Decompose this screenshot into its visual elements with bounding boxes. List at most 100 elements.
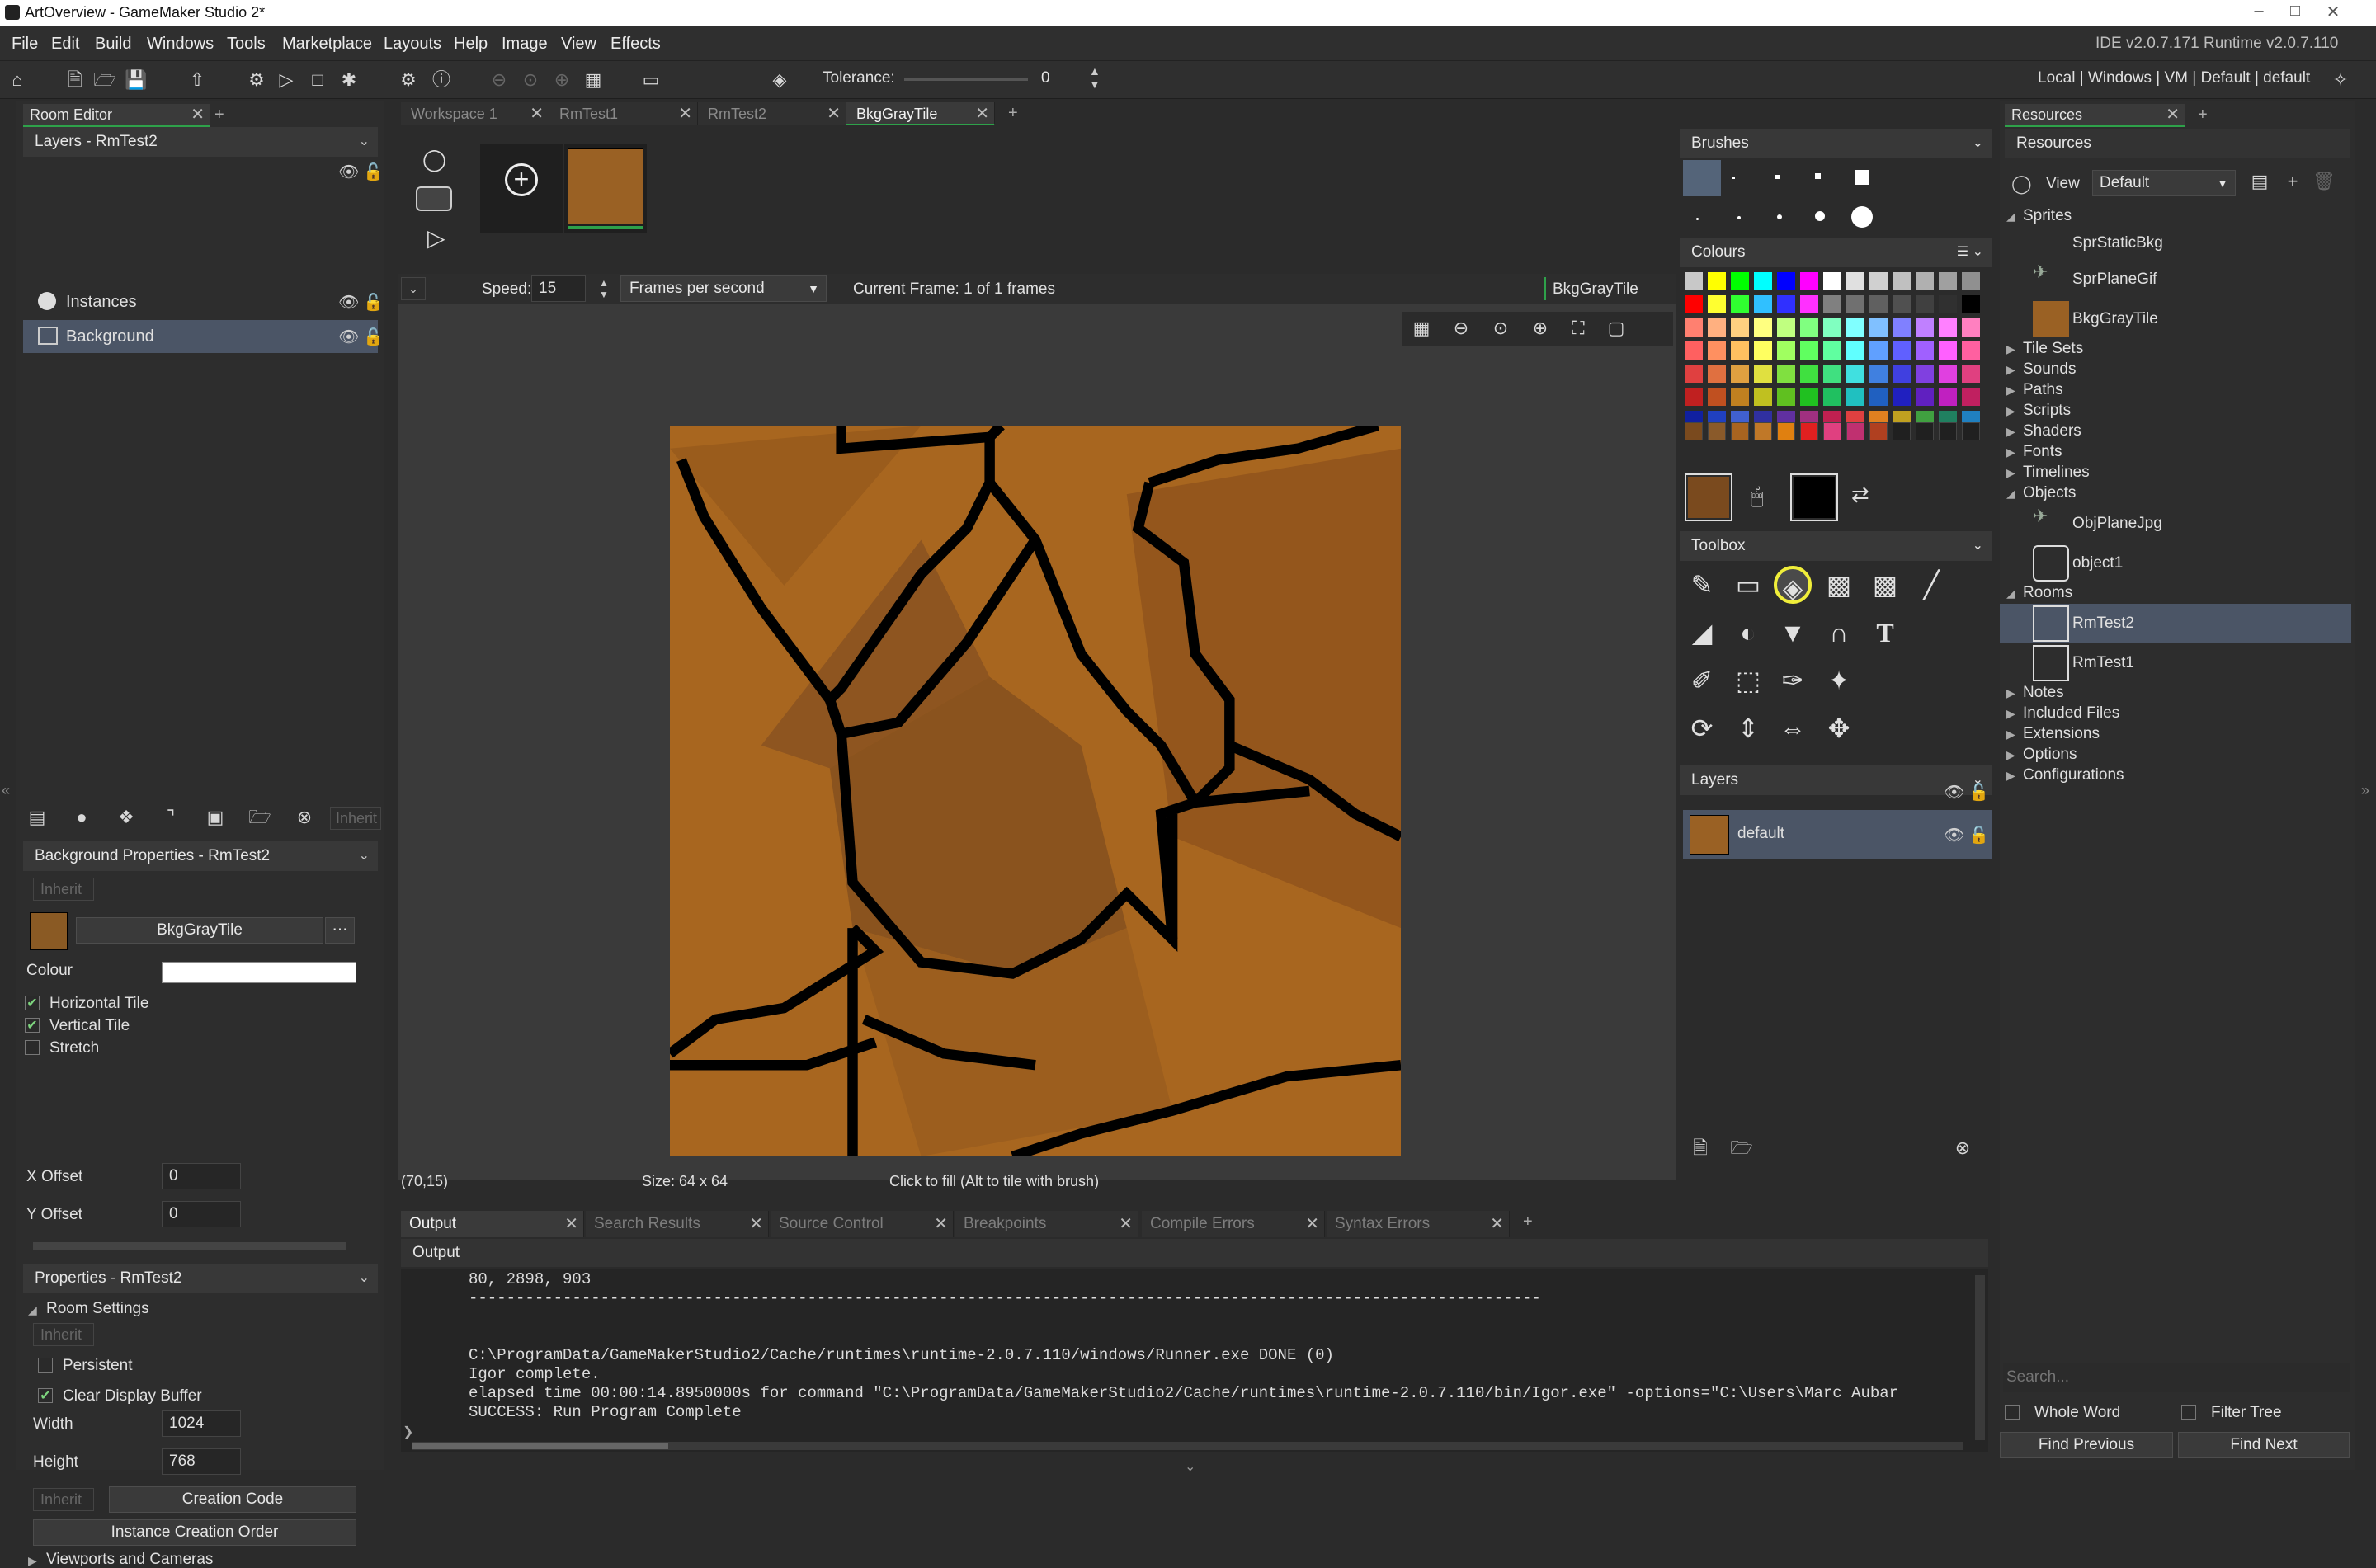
tree-item[interactable]: ▶ Extensions bbox=[2000, 724, 2351, 745]
tab-workspace[interactable]: Workspace 1 ✕ bbox=[401, 102, 549, 125]
colour-swatch[interactable] bbox=[1823, 388, 1841, 406]
tree-item[interactable]: ◢ Rooms bbox=[2000, 583, 2351, 604]
colour-swatch[interactable] bbox=[1685, 272, 1703, 290]
menu-image[interactable]: Image bbox=[502, 35, 548, 54]
grid-toggle-icon[interactable]: ▦ bbox=[1409, 317, 1434, 340]
flip-vertical-tool-icon[interactable]: ⇕ bbox=[1729, 709, 1767, 747]
colour-swatch[interactable] bbox=[1962, 272, 1980, 290]
canvas-options-icon[interactable]: ▢ bbox=[1604, 317, 1629, 340]
swap-colours-icon[interactable]: ⇄ bbox=[1851, 482, 1869, 507]
colour-swatch[interactable] bbox=[1823, 341, 1841, 360]
resource-search[interactable] bbox=[2003, 1363, 2350, 1392]
display-icon[interactable]: ▭ bbox=[639, 68, 663, 92]
colour-swatch[interactable] bbox=[1754, 341, 1772, 360]
recent-colour-swatch[interactable] bbox=[1916, 422, 1934, 440]
tab-breakpoints[interactable]: Breakpoints ✕ bbox=[955, 1211, 1138, 1237]
colour-swatch[interactable] bbox=[1777, 365, 1795, 383]
resource-search-input[interactable] bbox=[2003, 1363, 2350, 1392]
collapsed-icon[interactable]: ▶ bbox=[2006, 445, 2015, 459]
zoom-reset-canvas-icon[interactable]: ⊙ bbox=[1488, 317, 1513, 340]
zoom-out-canvas-icon[interactable]: ⊖ bbox=[1449, 317, 1473, 340]
play-icon[interactable]: ▷ bbox=[427, 224, 446, 252]
colour-swatch[interactable] bbox=[1846, 388, 1864, 406]
sprite-canvas[interactable] bbox=[667, 421, 1403, 1161]
zoom-in-canvas-icon[interactable]: ⊕ bbox=[1528, 317, 1553, 340]
collapsed-icon[interactable]: ▶ bbox=[2006, 748, 2015, 762]
close-tab-icon[interactable]: ✕ bbox=[1490, 1211, 1504, 1237]
brushes-header[interactable]: Brushes ⌄ bbox=[1680, 129, 1992, 158]
tree-item[interactable]: ▶ Scripts bbox=[2000, 401, 2351, 421]
colour-swatch[interactable] bbox=[1800, 365, 1818, 383]
tree-item[interactable]: ▶ Notes bbox=[2000, 683, 2351, 704]
colour-swatch[interactable] bbox=[1731, 388, 1749, 406]
colour-swatch[interactable] bbox=[1869, 272, 1888, 290]
view-select[interactable]: Default ▼ bbox=[2092, 170, 2236, 196]
speed-spinner[interactable]: ▲ ▼ bbox=[599, 277, 609, 300]
colour-swatch[interactable] bbox=[1846, 318, 1864, 337]
secondary-colour[interactable] bbox=[1790, 473, 1838, 521]
recent-colour-swatch[interactable] bbox=[1800, 422, 1818, 440]
colour-swatch[interactable] bbox=[1823, 318, 1841, 337]
expand-bottom-icon[interactable]: ⌄ bbox=[1185, 1458, 1195, 1475]
add-tile-layer-icon[interactable]: ❖ bbox=[114, 806, 139, 829]
flip-horizontal-tool-icon[interactable]: ⇔ bbox=[1774, 709, 1812, 747]
colour-swatch[interactable] bbox=[1916, 388, 1934, 406]
delete-image-layer-icon[interactable]: ⊗ bbox=[1950, 1137, 1975, 1160]
visibility-all-icon[interactable]: 👁 bbox=[338, 162, 359, 182]
tab-search-results[interactable]: Search Results ✕ bbox=[586, 1211, 769, 1237]
collapsed-icon[interactable]: ▶ bbox=[2006, 727, 2015, 742]
menu-view[interactable]: View bbox=[561, 35, 596, 54]
add-output-tab-icon[interactable]: + bbox=[1523, 1212, 1533, 1231]
rectangle-tool-icon[interactable]: ◢ bbox=[1683, 614, 1721, 652]
brush-round-2[interactable] bbox=[1737, 216, 1741, 219]
close-tab-icon[interactable]: ✕ bbox=[678, 102, 692, 125]
colour-swatch[interactable] bbox=[1754, 318, 1772, 337]
clear-buffer-checkbox[interactable]: ✔ bbox=[38, 1388, 53, 1403]
lock-icon[interactable]: 🔓 bbox=[1968, 825, 1989, 845]
help-icon[interactable]: ⓘ bbox=[429, 68, 454, 92]
output-hscrollbar[interactable] bbox=[412, 1442, 1964, 1450]
colour-swatch[interactable] bbox=[1823, 272, 1841, 290]
tree-item[interactable]: ✈ ObjPlaneJpg bbox=[2000, 504, 2351, 544]
tree-item[interactable]: ▶ Paths bbox=[2000, 380, 2351, 401]
primary-colour[interactable] bbox=[1685, 473, 1732, 521]
run-icon[interactable]: ▷ bbox=[274, 68, 299, 92]
frame-thumbnail[interactable] bbox=[564, 144, 647, 233]
sprite-menu-button[interactable]: ⋯ bbox=[325, 917, 355, 944]
target-selector[interactable]: Local | Windows | VM | Default | default bbox=[2038, 69, 2310, 87]
recent-colour-swatch[interactable] bbox=[1777, 422, 1795, 440]
open-project-icon[interactable]: 🗁 bbox=[92, 68, 117, 92]
inherit-code-button[interactable]: Inherit bbox=[33, 1488, 94, 1511]
collapsed-icon[interactable]: ▶ bbox=[2006, 404, 2015, 418]
tree-item[interactable]: ▶ Timelines bbox=[2000, 463, 2351, 483]
close-tab-icon[interactable]: ✕ bbox=[564, 1211, 578, 1237]
colour-picker[interactable] bbox=[162, 962, 356, 983]
tree-item[interactable]: ◢ Objects bbox=[2000, 483, 2351, 504]
expand-icon[interactable]: ◢ bbox=[28, 1303, 37, 1317]
colour-swatch[interactable] bbox=[1685, 365, 1703, 383]
colour-swatch[interactable] bbox=[1869, 341, 1888, 360]
tree-item[interactable]: ▶ Configurations bbox=[2000, 765, 2351, 786]
colour-swatch[interactable] bbox=[1962, 365, 1980, 383]
lock-icon[interactable]: 🔓 bbox=[363, 327, 384, 347]
menu-layouts[interactable]: Layouts bbox=[384, 35, 441, 54]
colour-swatch[interactable] bbox=[1800, 388, 1818, 406]
tolerance-slider[interactable] bbox=[904, 78, 1028, 81]
colour-swatch[interactable] bbox=[1800, 341, 1818, 360]
image-layer-default[interactable]: default 👁 🔓 bbox=[1683, 810, 1992, 859]
colour-swatch[interactable] bbox=[1939, 341, 1957, 360]
colour-swatch[interactable] bbox=[1939, 272, 1957, 290]
brush-2px[interactable] bbox=[1732, 177, 1735, 179]
colour-swatch[interactable] bbox=[1731, 295, 1749, 313]
layer-background[interactable]: Background 👁 🔓 bbox=[23, 320, 384, 353]
tree-item[interactable]: ▶ Options bbox=[2000, 745, 2351, 765]
find-previous-button[interactable]: Find Previous bbox=[2000, 1432, 2173, 1458]
colour-swatch[interactable] bbox=[1800, 272, 1818, 290]
ellipse-tool-icon[interactable]: ◐ bbox=[1729, 614, 1767, 652]
loop-toggle-icon[interactable] bbox=[416, 186, 452, 211]
export-icon[interactable]: ⇧ bbox=[185, 68, 210, 92]
properties-header[interactable]: Properties - RmTest2 ⌄ bbox=[23, 1264, 378, 1293]
add-tab-icon[interactable]: + bbox=[214, 106, 224, 125]
colour-swatch[interactable] bbox=[1939, 318, 1957, 337]
recent-colour-swatch[interactable] bbox=[1754, 422, 1772, 440]
